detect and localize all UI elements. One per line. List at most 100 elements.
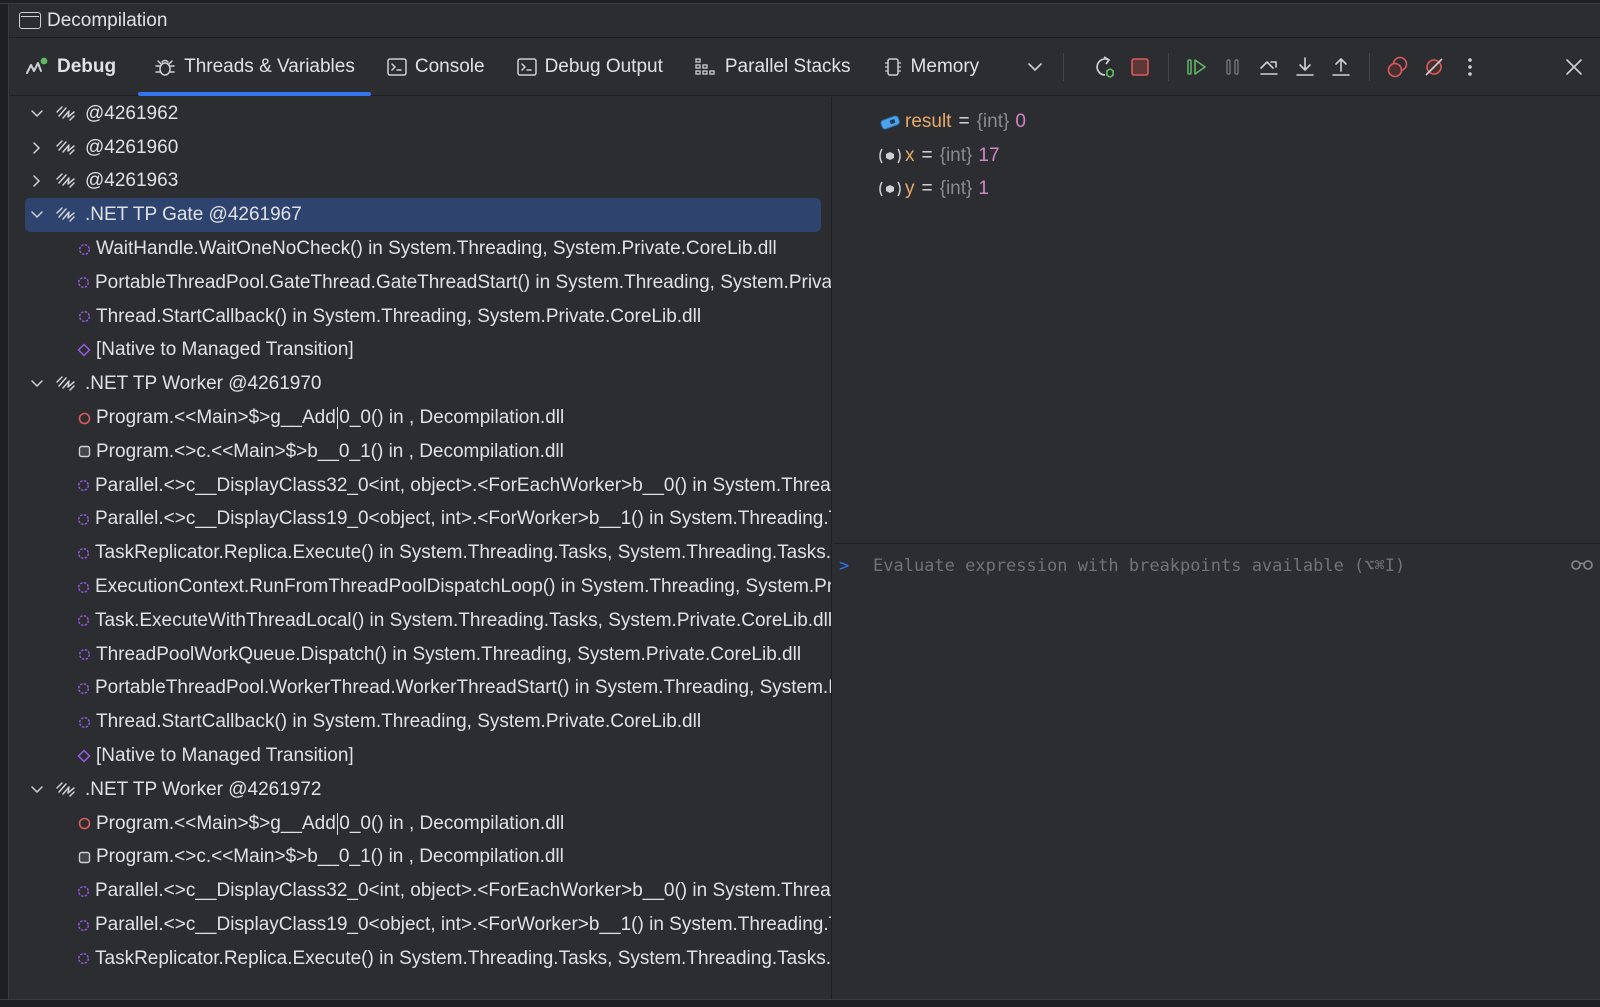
- variable-row[interactable]: x = {int} 17: [833, 139, 1600, 173]
- library-frame-icon: [77, 681, 90, 695]
- stack-frame-row[interactable]: TaskReplicator.Replica.Execute() in Syst…: [9, 536, 831, 570]
- mute-breakpoints-button[interactable]: [1416, 49, 1452, 85]
- stack-frame-row[interactable]: PortableThreadPool.GateThread.GateThread…: [9, 266, 831, 300]
- stack-frame-row[interactable]: Program.<<Main>$>g__Add 0_0() in , Decomp…: [9, 401, 831, 435]
- variable-type: {int}: [976, 110, 1010, 132]
- library-frame-icon: [77, 276, 90, 290]
- step-into-icon: [1296, 57, 1314, 76]
- tab-parallel-stacks[interactable]: Parallel Stacks: [679, 39, 867, 96]
- tab-console[interactable]: Console: [371, 39, 501, 96]
- library-frame-icon: [77, 884, 90, 898]
- variable-name: x: [905, 144, 915, 166]
- tab-threads-variables[interactable]: Threads & Variables: [138, 39, 371, 96]
- stack-frame-row[interactable]: Parallel.<>c__DisplayClass32_0<int, obje…: [9, 874, 831, 908]
- variables-pane: result = {int} 0 x = {int} 17 y = {int} …: [833, 97, 1600, 999]
- stack-frame-row[interactable]: [Native to Managed Transition]: [9, 739, 831, 773]
- native-transition-icon: [77, 749, 91, 763]
- stack-frame-row[interactable]: PortableThreadPool.WorkerThread.WorkerTh…: [9, 672, 831, 706]
- resume-icon: [1187, 59, 1206, 75]
- library-frame-icon: [77, 715, 91, 729]
- chevron-down-icon[interactable]: [27, 205, 47, 225]
- stop-button[interactable]: [1122, 49, 1158, 85]
- step-over-button[interactable]: [1251, 49, 1287, 85]
- stack-frame-row[interactable]: Task.ExecuteWithThreadLocal() in System.…: [9, 604, 831, 638]
- chevron-down-icon[interactable]: [27, 780, 47, 800]
- stack-frame-row[interactable]: TaskReplicator.Replica.Execute() in Syst…: [9, 942, 831, 976]
- chevron-right-icon[interactable]: [27, 171, 47, 191]
- thread-row[interactable]: .NET TP Worker @4261972: [9, 773, 831, 807]
- library-frame-icon: [77, 310, 91, 324]
- thread-label: @4261960: [85, 136, 179, 158]
- evaluate-expression-field[interactable]: > Evaluate expression with breakpoints a…: [833, 549, 1600, 583]
- view-breakpoints-button[interactable]: [1380, 49, 1416, 85]
- chevron-right-icon[interactable]: [27, 138, 47, 158]
- resume-button[interactable]: [1179, 49, 1215, 85]
- bottom-strip: [0, 999, 1600, 1007]
- pause-icon: [1226, 59, 1239, 75]
- more-actions-button[interactable]: [1452, 49, 1488, 85]
- equals-sign: =: [921, 144, 933, 166]
- threads-frames-tree[interactable]: @4261962 @4261960 @4261963 .NET TP Gate …: [9, 97, 832, 999]
- splitter[interactable]: [833, 543, 1600, 544]
- stack-frame-row[interactable]: [Native to Managed Transition]: [9, 334, 831, 368]
- rerun-button[interactable]: [1086, 49, 1122, 85]
- window-icon: [19, 12, 41, 29]
- native-transition-icon: [77, 343, 91, 358]
- stack-frame-row[interactable]: Parallel.<>c__DisplayClass19_0<object, i…: [9, 503, 831, 537]
- tab-memory[interactable]: Memory: [867, 39, 996, 96]
- variable-value: 17: [978, 144, 1000, 166]
- equals-sign: =: [921, 178, 933, 200]
- tab-debug-output[interactable]: Debug Output: [501, 39, 679, 96]
- thread-row[interactable]: @4261962: [9, 97, 831, 131]
- stack-frame-row[interactable]: WaitHandle.WaitOneNoCheck() in System.Th…: [9, 232, 831, 266]
- tab-label: Debug: [57, 56, 117, 77]
- stack-frame-row[interactable]: Program.<<Main>$>g__Add 0_0() in , Decomp…: [9, 807, 831, 841]
- stack-frame-row[interactable]: ThreadPoolWorkQueue.Dispatch() in System…: [9, 638, 831, 672]
- stack-frame-row[interactable]: ExecutionContext.RunFromThreadPoolDispat…: [9, 570, 831, 604]
- frame-label: Parallel.<>c__DisplayClass19_0<object, i…: [95, 508, 831, 530]
- stack-frame-row[interactable]: Parallel.<>c__DisplayClass19_0<object, i…: [9, 908, 831, 942]
- pause-button[interactable]: [1215, 49, 1251, 85]
- variable-name: y: [905, 178, 915, 200]
- variable-type: {int}: [939, 144, 973, 166]
- toolbar-separator: [1168, 53, 1170, 81]
- stack-frame-row[interactable]: Parallel.<>c__DisplayClass32_0<int, obje…: [9, 469, 831, 503]
- variable-name: result: [905, 110, 952, 132]
- stop-icon: [1131, 58, 1149, 76]
- variable-value: 1: [978, 178, 989, 200]
- stack-frame-row[interactable]: Program.<>c.<<Main>$>b__0_1() in , Decom…: [9, 841, 831, 875]
- tab-debug[interactable]: Debug: [9, 39, 138, 96]
- frame-label: ExecutionContext.RunFromThreadPoolDispat…: [95, 576, 832, 598]
- toolbar-separator: [1063, 53, 1065, 81]
- stack-frame-row[interactable]: Thread.StartCallback() in System.Threadi…: [9, 300, 831, 334]
- stack-frame-row[interactable]: Program.<>c.<<Main>$>b__0_1() in , Decom…: [9, 435, 831, 469]
- thread-icon: [55, 205, 77, 225]
- thread-icon: [55, 138, 77, 158]
- thread-row[interactable]: @4261963: [9, 165, 831, 199]
- step-into-button[interactable]: [1287, 49, 1323, 85]
- frame-label: WaitHandle.WaitOneNoCheck() in System.Th…: [96, 238, 777, 260]
- chevron-down-icon[interactable]: [27, 374, 47, 394]
- frame-label: Parallel.<>c__DisplayClass32_0<int, obje…: [95, 474, 831, 496]
- thread-row[interactable]: .NET TP Gate @4261967: [25, 198, 821, 233]
- thread-label: @4261963: [85, 170, 179, 192]
- variable-row[interactable]: y = {int} 1: [833, 173, 1600, 207]
- tab-label: Parallel Stacks: [724, 56, 851, 77]
- variable-row[interactable]: result = {int} 0: [833, 105, 1600, 139]
- thread-row[interactable]: .NET TP Worker @4261970: [9, 367, 831, 401]
- thread-icon: [55, 780, 77, 800]
- thread-row[interactable]: @4261960: [9, 131, 831, 165]
- chevron-down-icon[interactable]: [27, 104, 47, 124]
- more-tabs-button[interactable]: [1017, 49, 1053, 85]
- glasses-icon[interactable]: [1570, 558, 1594, 577]
- thread-label: @4261962: [85, 102, 179, 124]
- debug-toolbar: Debug Threads & Variables Console Debug …: [9, 39, 1600, 96]
- step-out-button[interactable]: [1323, 49, 1359, 85]
- close-icon: [1566, 59, 1582, 75]
- thread-label: .NET TP Gate @4261967: [85, 204, 302, 226]
- tab-label: Memory: [910, 56, 980, 77]
- library-frame-icon: [77, 952, 90, 966]
- close-button[interactable]: [1556, 49, 1592, 85]
- frame-label: Thread.StartCallback() in System.Threadi…: [96, 711, 702, 733]
- stack-frame-row[interactable]: Thread.StartCallback() in System.Threadi…: [9, 705, 831, 739]
